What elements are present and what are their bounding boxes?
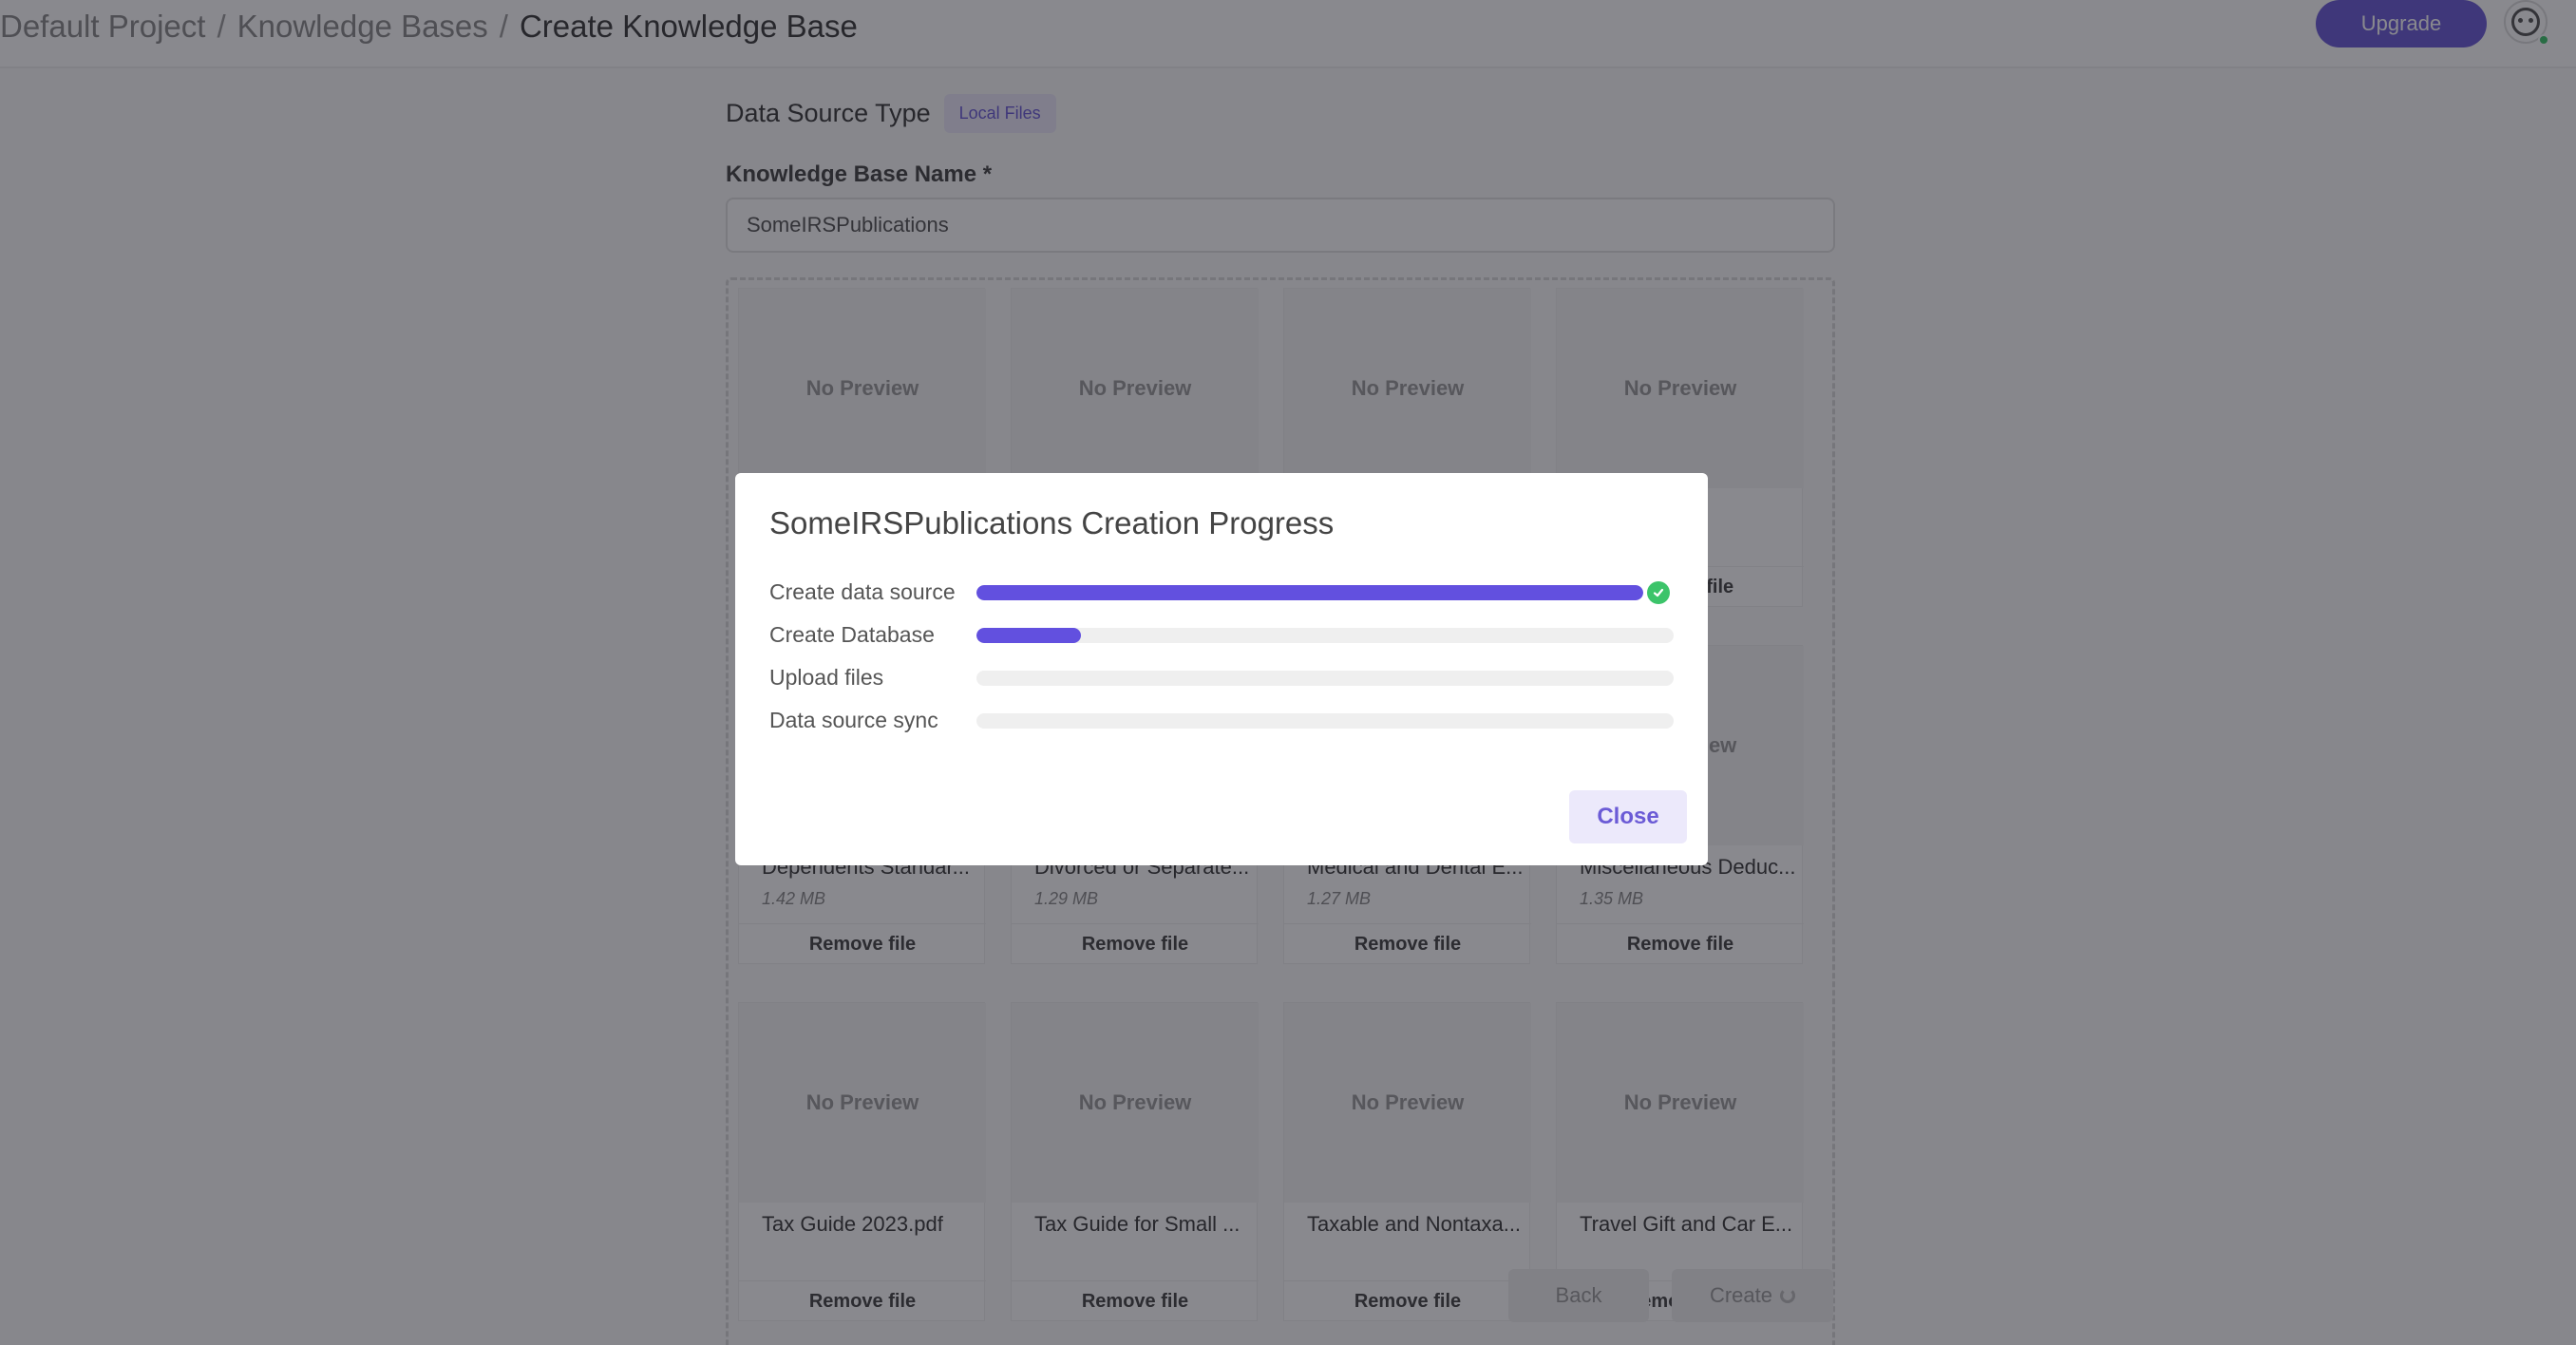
progress-track-create-data-source <box>976 585 1643 600</box>
step-label-upload-files: Upload files <box>769 665 884 690</box>
progress-fill <box>976 585 1643 600</box>
progress-track-data-source-sync <box>976 713 1674 729</box>
progress-fill <box>976 628 1082 643</box>
step-label-data-source-sync: Data source sync <box>769 708 938 732</box>
modal-title: SomeIRSPublications Creation Progress <box>769 505 1335 540</box>
check-circle-icon <box>1647 581 1670 604</box>
step-label-create-database: Create Database <box>769 622 935 647</box>
progress-track-upload-files <box>976 671 1674 686</box>
creation-progress-modal: SomeIRSPublications Creation Progress Cr… <box>735 473 1708 865</box>
close-button[interactable]: Close <box>1569 790 1687 843</box>
step-label-create-data-source: Create data source <box>769 579 956 604</box>
progress-track-create-database <box>976 628 1674 643</box>
